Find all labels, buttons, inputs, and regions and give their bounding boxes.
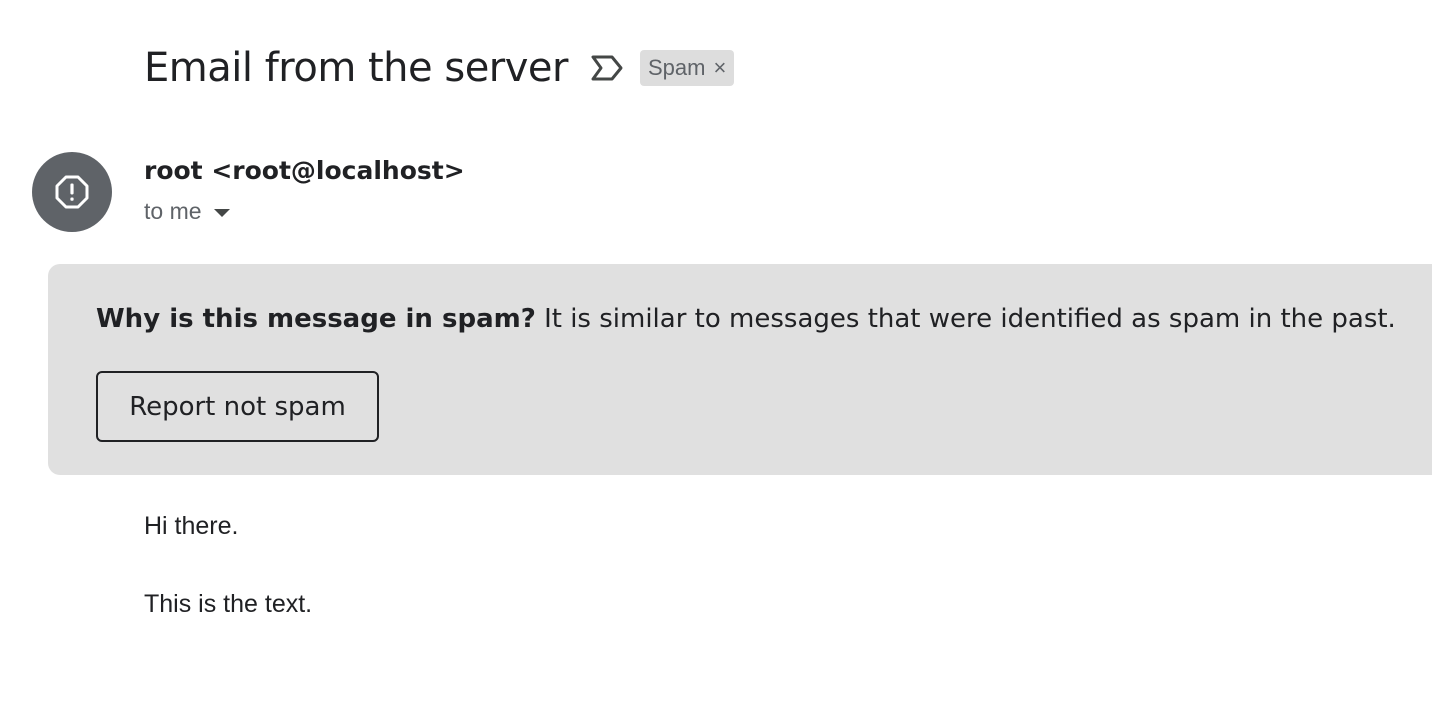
spam-warning-icon	[55, 175, 89, 209]
report-not-spam-button[interactable]: Report not spam	[96, 371, 379, 442]
spam-label-chip: Spam ×	[639, 50, 735, 86]
recipients-dropdown[interactable]: to me	[144, 198, 230, 225]
sender-name[interactable]: root <root@localhost>	[144, 156, 465, 185]
spam-reason: Why is this message in spam? It is simil…	[96, 304, 1396, 334]
chevron-down-icon[interactable]	[213, 208, 230, 217]
body-line: Hi there.	[144, 512, 239, 540]
spam-warning-banner: Why is this message in spam? It is simil…	[48, 264, 1432, 475]
label-importance-glyph	[591, 55, 623, 81]
email-subject: Email from the server	[144, 45, 568, 91]
body-line: This is the text.	[144, 590, 313, 618]
spam-explanation: It is similar to messages that were iden…	[535, 304, 1396, 334]
subject-row: Email from the server Spam ×	[144, 40, 735, 96]
label-importance-icon[interactable]	[590, 51, 624, 85]
spam-question: Why is this message in spam?	[96, 304, 536, 334]
recipients-label: to me	[144, 198, 202, 224]
spam-label-text: Spam	[647, 55, 706, 80]
sender-avatar	[32, 152, 112, 232]
remove-label-button[interactable]: ×	[713, 55, 726, 81]
